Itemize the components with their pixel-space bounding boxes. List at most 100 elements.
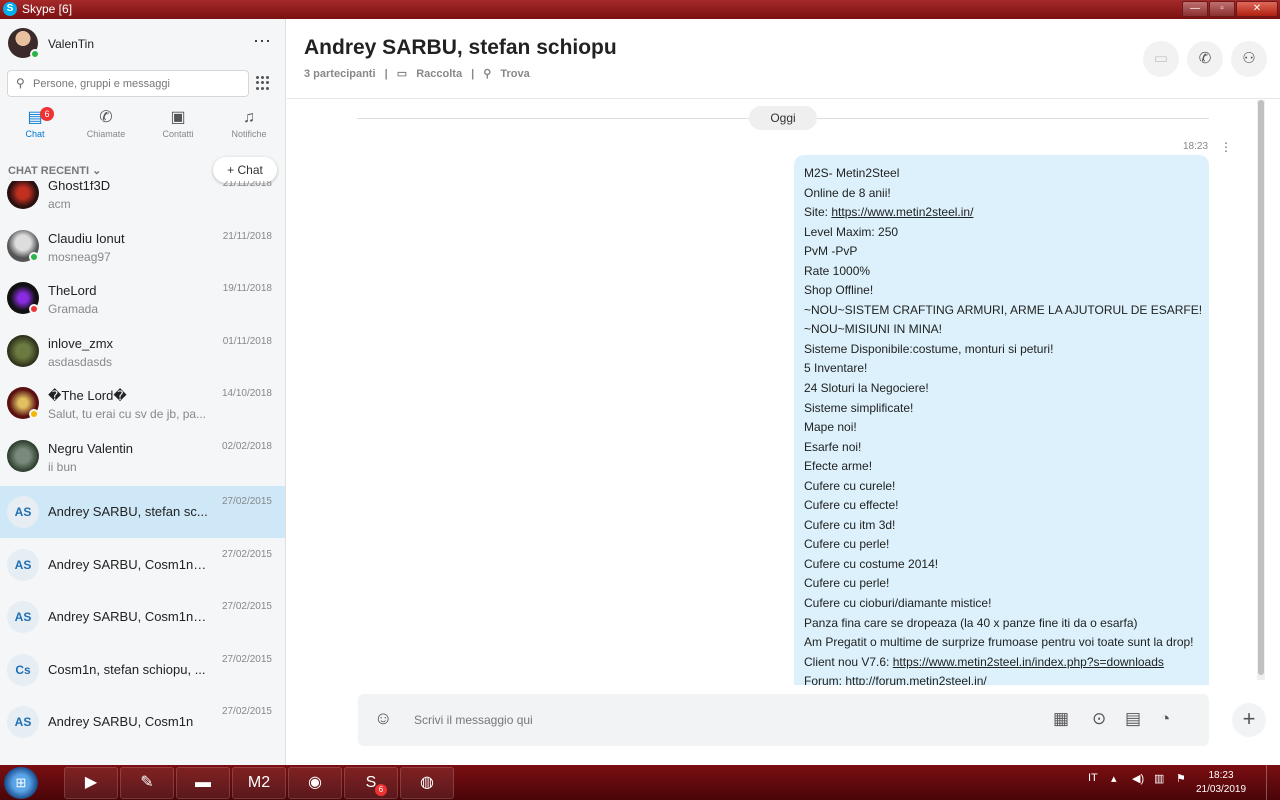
dialpad-icon[interactable] xyxy=(256,76,270,90)
sidebar: ValenTin ⋯ ⚲ Persone, gruppi e messaggi … xyxy=(0,19,286,765)
add-participant-button[interactable]: ⚇ xyxy=(1231,41,1267,77)
message-text: Site: xyxy=(804,205,832,220)
taskbar-clock[interactable]: 18:23 21/03/2019 xyxy=(1196,769,1246,797)
message-bubble[interactable]: M2S- Metin2Steel Online de 8 anii! Site: h… xyxy=(794,155,1209,685)
list-item[interactable]: Negru Valentin ii bun 02/02/2018 xyxy=(0,434,285,486)
chat-name: Negru Valentin xyxy=(48,441,134,456)
flag-icon[interactable]: ⚑ xyxy=(1176,772,1186,785)
chat-name: Andrey SARBU, Cosm1n xyxy=(48,714,194,729)
list-item[interactable]: AS Andrey SARBU, Cosm1n, ... 27/02/2015 xyxy=(0,591,285,643)
chat-date: 27/02/2015 xyxy=(221,549,272,560)
participants-link[interactable]: 3 partecipanti xyxy=(304,68,376,80)
message-text: 5 Inventare! xyxy=(804,361,868,376)
chat-preview: asdasdasds xyxy=(48,355,113,369)
minimize-button[interactable]: — xyxy=(1182,1,1208,17)
message-line: Forum: http://forum.metin2steel.in/ xyxy=(804,672,1199,685)
message-text: M2S- Metin2Steel xyxy=(804,166,900,180)
message-line: Level Maxim: 250 xyxy=(804,223,1199,243)
message-input-placeholder[interactable]: Scrivi il messaggio qui xyxy=(414,713,533,727)
message-options-icon[interactable]: ⋮ xyxy=(1220,140,1232,154)
taskbar-media-player[interactable]: ▶ xyxy=(64,767,118,799)
message-text: Cufere cu perle! xyxy=(804,576,890,591)
message-text: Cufere cu costume 2014! xyxy=(804,556,939,571)
close-button[interactable]: ✕ xyxy=(1236,1,1278,17)
taskbar-skype[interactable]: S6 xyxy=(344,767,398,799)
recent-chats-header[interactable]: CHAT RECENTI ⌄ xyxy=(8,164,101,177)
network-icon[interactable]: ▥ xyxy=(1154,772,1164,785)
taskbar-metin2[interactable]: M2 xyxy=(232,767,286,799)
tab-calls[interactable]: ✆ Chiamate xyxy=(71,107,141,147)
taskbar-firefox[interactable]: ◉ xyxy=(288,767,342,799)
tab-chat-label: Chat xyxy=(25,129,45,139)
message-text: Shop Offline! xyxy=(804,283,874,298)
message-composer[interactable]: ☺ Scrivi il messaggio qui ▦ ⊙ ▤ ◔ xyxy=(358,694,1209,746)
more-actions-button[interactable]: + xyxy=(1232,703,1266,737)
message-text: Efecte arme! xyxy=(804,459,873,474)
firefox-icon: ◉ xyxy=(308,774,322,791)
message-line: Sisteme simplificate! xyxy=(804,399,1199,419)
volume-icon[interactable]: ◀) xyxy=(1132,772,1144,785)
start-button[interactable]: ⊞ xyxy=(4,767,38,799)
conversation-title[interactable]: Andrey SARBU, stefan schiopu xyxy=(304,36,617,60)
list-item[interactable]: AS Andrey SARBU, Cosm1n 27/02/2015 xyxy=(0,696,285,748)
new-chat-label: Chat xyxy=(237,163,263,177)
chat-name: Cosm1n, stefan schiopu, ... xyxy=(48,662,206,677)
audio-call-button[interactable]: ✆ xyxy=(1187,41,1223,77)
message-link[interactable]: https://www.metin2steel.in/ xyxy=(831,205,973,219)
chat-name: inlove_zmx xyxy=(48,336,114,351)
list-item[interactable]: TheLord Gramada 19/11/2018 xyxy=(0,276,285,328)
chat-list: Ghost1f3D acm 21/11/2018 Claudiu Ionut m… xyxy=(0,181,285,765)
tab-notifications[interactable]: ♫ Notifiche xyxy=(214,107,284,147)
profile-name[interactable]: ValenTin xyxy=(48,37,94,51)
location-icon[interactable]: ⊙ xyxy=(1092,709,1106,729)
conversation-subtitle: 3 partecipanti | ▭ Raccolta | ⚲ Trova xyxy=(304,67,536,80)
divider: | xyxy=(384,68,388,80)
find-link[interactable]: Trova xyxy=(500,68,529,80)
search-icon: ⚲ xyxy=(16,76,25,90)
list-item[interactable]: Ghost1f3D acm 21/11/2018 xyxy=(0,181,285,223)
message-link[interactable]: https://www.metin2steel.in/index.php?s=d… xyxy=(893,655,1164,669)
scrollbar-thumb[interactable] xyxy=(1258,100,1264,675)
tab-chat[interactable]: ▤ Chat 6 xyxy=(0,107,70,147)
taskbar-app[interactable]: ◍ xyxy=(400,767,454,799)
chat-date: 21/11/2018 xyxy=(222,181,272,189)
contact-card-icon[interactable]: ▤ xyxy=(1125,709,1141,729)
taskbar-explorer[interactable]: ▬ xyxy=(176,767,230,799)
chat-date: 19/11/2018 xyxy=(222,283,272,294)
message-text: Cufere cu cioburi/diamante mistice! xyxy=(804,596,992,611)
day-separator: Oggi xyxy=(749,106,817,130)
new-chat-button[interactable]: + Chat xyxy=(213,157,277,183)
list-item-selected[interactable]: AS Andrey SARBU, stefan sc... 27/02/2015 xyxy=(0,486,285,538)
video-camera-icon: ▭ xyxy=(1153,50,1169,67)
message-text: Client nou V7.6: xyxy=(804,654,893,669)
poll-icon[interactable]: ◔ xyxy=(1160,709,1170,729)
search-input[interactable]: ⚲ Persone, gruppi e messaggi xyxy=(7,70,249,97)
busy-status-icon xyxy=(29,304,39,314)
list-item[interactable]: Cs Cosm1n, stefan schiopu, ... 27/02/201… xyxy=(0,644,285,696)
message-line: Efecte arme! xyxy=(804,457,1199,477)
nav-tabs: ▤ Chat 6 ✆ Chiamate ▣ Contatti ♫ Notific… xyxy=(0,107,285,147)
maximize-button[interactable]: ▫ xyxy=(1209,1,1235,17)
profile[interactable]: ValenTin ⋯ xyxy=(8,28,278,60)
video-call-button[interactable]: ▭ xyxy=(1143,41,1179,77)
taskbar-app[interactable]: ✎ xyxy=(120,767,174,799)
media-icon[interactable]: ▦ xyxy=(1053,709,1069,729)
chat-name: TheLord xyxy=(48,283,97,298)
list-item[interactable]: �The Lord� Salut, tu erai cu sv de jb, p… xyxy=(0,381,285,433)
window-titlebar: S Skype [6] — ▫ ✕ xyxy=(0,0,1280,19)
language-indicator[interactable]: IT xyxy=(1088,772,1098,784)
tab-contacts[interactable]: ▣ Contatti xyxy=(143,107,213,147)
list-item[interactable]: AS Andrey SARBU, Cosm1n, ... 27/02/2015 xyxy=(0,539,285,591)
plus-icon: + xyxy=(227,163,238,177)
list-item[interactable]: Claudiu Ionut mosneag97 21/11/2018 xyxy=(0,224,285,276)
chat-name: Andrey SARBU, stefan sc... xyxy=(48,504,208,519)
show-desktop-button[interactable] xyxy=(1266,765,1280,800)
message-line: Cufere cu perle! xyxy=(804,535,1199,555)
more-options-icon[interactable]: ⋯ xyxy=(253,31,272,52)
scrollbar[interactable] xyxy=(1257,100,1265,680)
skype-badge: 6 xyxy=(375,784,387,796)
chevron-up-icon[interactable]: ▴ xyxy=(1111,772,1117,785)
list-item[interactable]: inlove_zmx asdasdasds 01/11/2018 xyxy=(0,329,285,381)
emoji-icon[interactable]: ☺ xyxy=(374,708,392,729)
gallery-link[interactable]: Raccolta xyxy=(416,68,462,80)
